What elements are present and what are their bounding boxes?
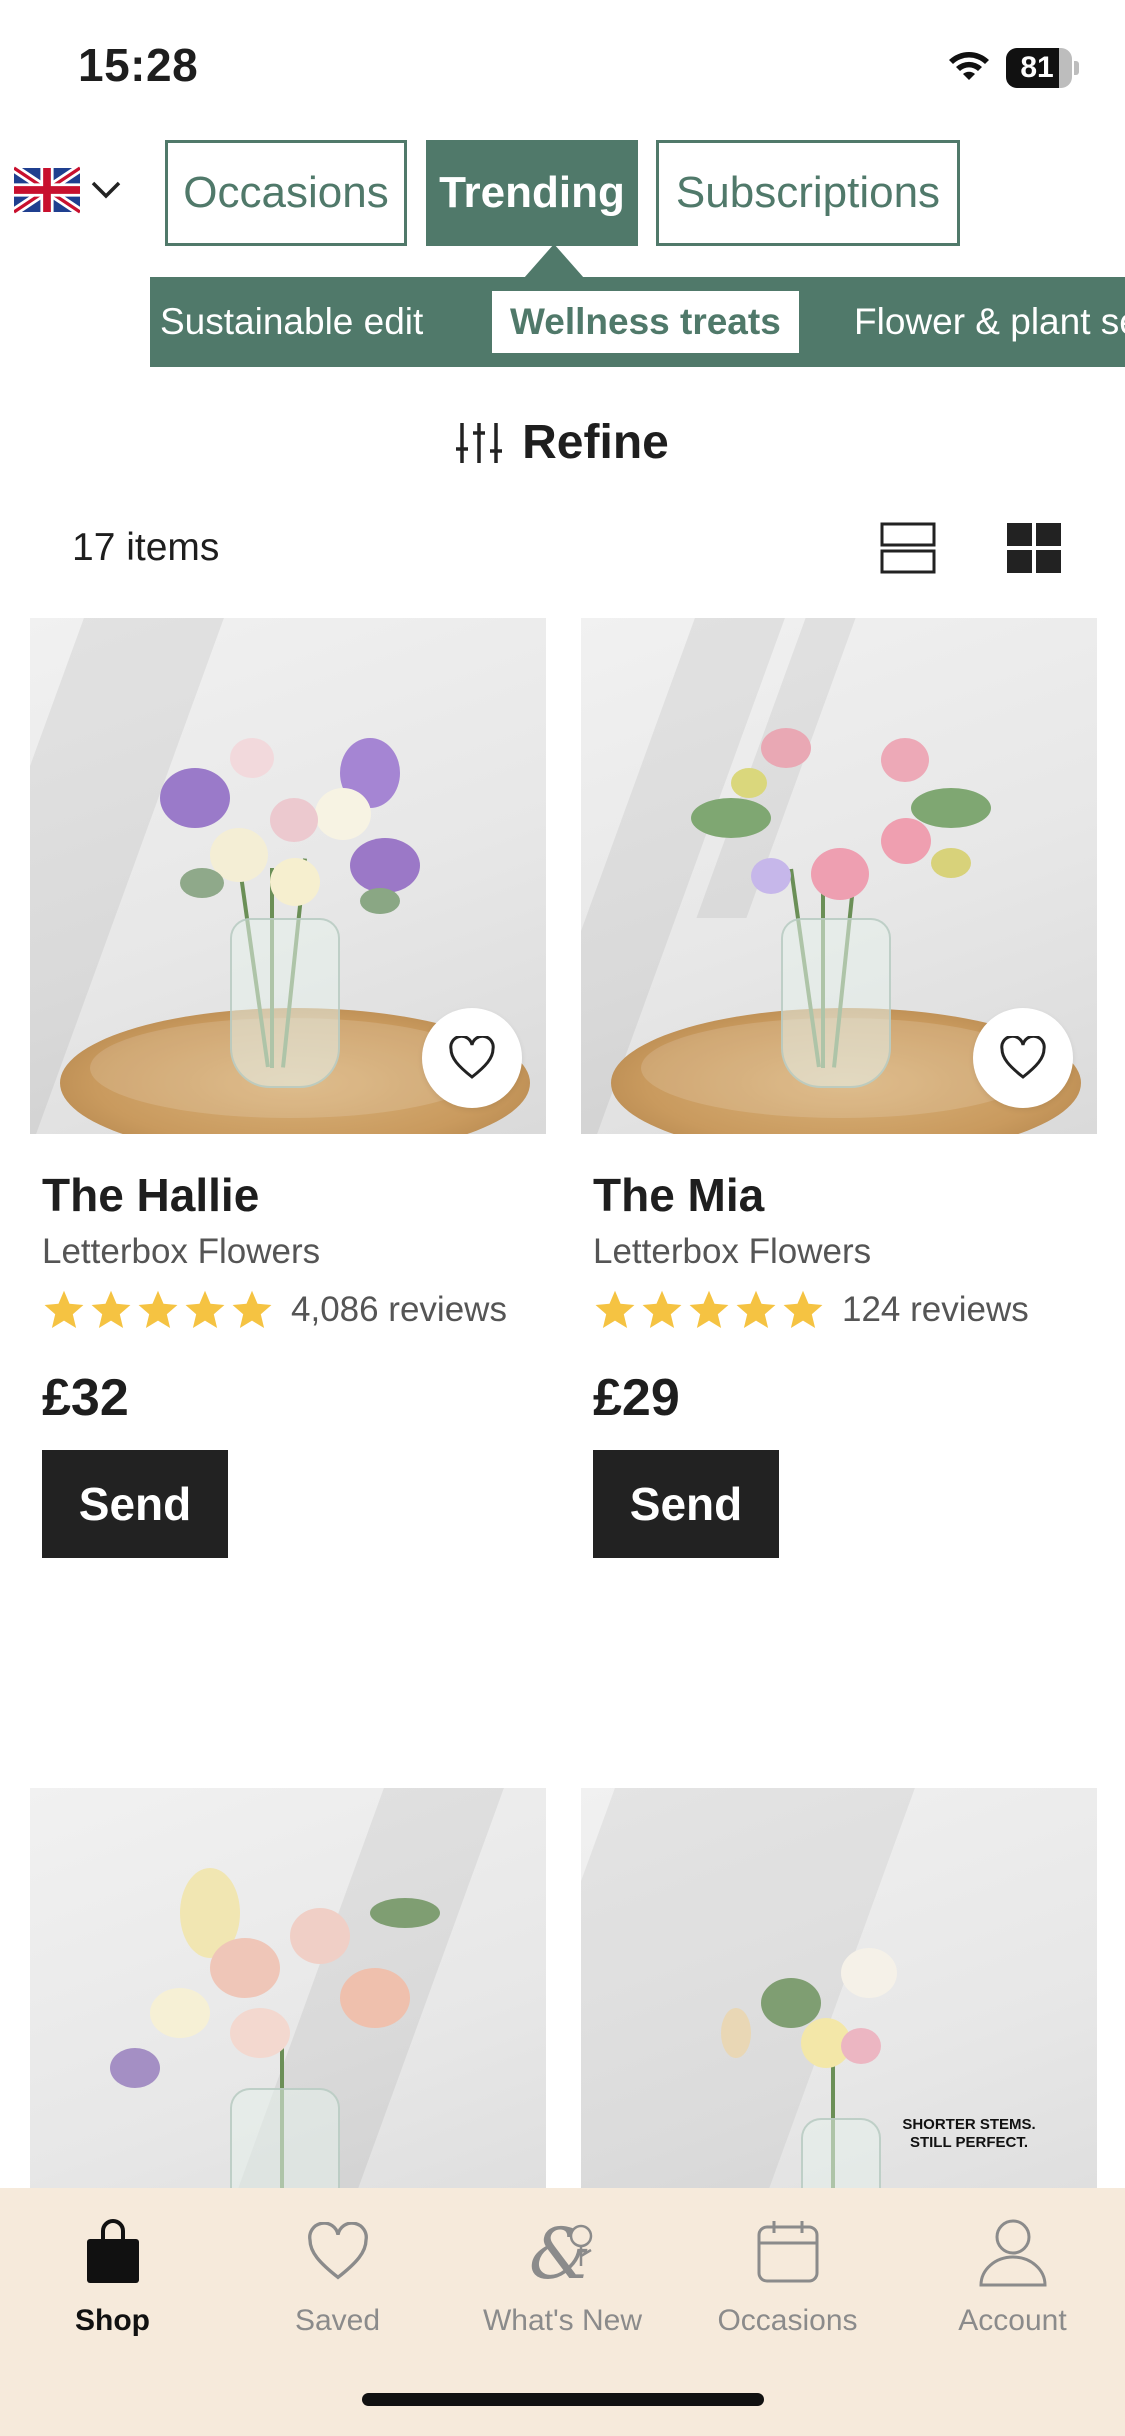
subnav-item-sustainable-edit[interactable]: Sustainable edit (160, 277, 423, 367)
tab-subscriptions[interactable]: Subscriptions (656, 140, 960, 246)
star-icon (185, 1290, 225, 1328)
heart-icon (1000, 1036, 1046, 1079)
home-indicator[interactable] (362, 2393, 764, 2406)
status-time: 15:28 (78, 39, 199, 91)
battery-icon: 81 (1006, 48, 1079, 88)
active-tab-pointer (524, 244, 584, 278)
heart-icon (307, 2222, 368, 2280)
vase (230, 918, 340, 1088)
uk-flag-icon (14, 166, 80, 214)
item-count: 17 items (72, 526, 220, 569)
tabbar-item-account[interactable]: Account (900, 2212, 1125, 2338)
list-view-icon[interactable] (880, 522, 936, 574)
refine-button[interactable]: Refine (0, 415, 1125, 470)
product-card-the-mia[interactable]: The Mia Letterbox Flowers 124 reviews £2… (581, 618, 1097, 1558)
calendar-icon (757, 2221, 818, 2283)
sliders-icon (456, 422, 503, 463)
product-card-the-hallie[interactable]: The Hallie Letterbox Flowers 4,086 revie… (30, 618, 546, 1558)
bag-icon (86, 2219, 139, 2283)
battery-percent: 81 (1020, 51, 1054, 84)
heart-icon (449, 1036, 495, 1079)
star-icon (736, 1290, 776, 1328)
product-price: £29 (593, 1369, 680, 1427)
vase (781, 918, 891, 1088)
product-brand: Letterbox Flowers (593, 1232, 872, 1271)
tabbar-label: What's New (482, 2304, 643, 2337)
grid-view-icon[interactable] (1006, 522, 1062, 574)
person-icon (978, 2219, 1047, 2287)
review-count[interactable]: 124 reviews (842, 1290, 1029, 1330)
image-caption: SHORTER STEMS. STILL PERFECT. (902, 2116, 1036, 2151)
tabbar-label: Account (958, 2304, 1067, 2337)
star-icon (595, 1290, 635, 1328)
star-icon (232, 1290, 272, 1328)
product-image[interactable] (581, 618, 1097, 1134)
product-image[interactable] (30, 618, 546, 1134)
rating-stars (42, 1288, 277, 1332)
product-title[interactable]: The Mia (593, 1168, 1097, 1222)
star-icon (44, 1290, 84, 1328)
tab-label: Occasions (183, 168, 389, 217)
product-title[interactable]: The Hallie (42, 1168, 546, 1222)
tab-label: Trending (439, 168, 625, 217)
tab-trending[interactable]: Trending (426, 140, 638, 246)
country-selector[interactable] (14, 166, 122, 214)
tabbar-item-shop[interactable]: Shop (0, 2212, 225, 2338)
refine-label: Refine (522, 416, 669, 469)
product-rating: 124 reviews (593, 1288, 1097, 1332)
subnav-bar: Sustainable edit Wellness treats Flower … (150, 277, 1125, 367)
star-icon (91, 1290, 131, 1328)
chevron-down-icon (91, 181, 121, 199)
tabbar-item-saved[interactable]: Saved (225, 2212, 450, 2338)
tabbar-item-occasions[interactable]: Occasions (675, 2212, 900, 2338)
subnav-item-flower-plant[interactable]: Flower & plant se (854, 277, 1125, 367)
send-button[interactable]: Send (42, 1450, 228, 1558)
star-icon (689, 1290, 729, 1328)
status-bar: 15:28 81 (0, 0, 1125, 130)
wifi-icon (949, 52, 989, 80)
tab-label: Subscriptions (675, 168, 941, 217)
product-price: £32 (42, 1369, 129, 1427)
star-icon (138, 1290, 178, 1328)
product-rating: 4,086 reviews (42, 1288, 546, 1332)
tabbar-item-whats-new[interactable]: & What's New (450, 2212, 675, 2338)
star-icon (642, 1290, 682, 1328)
subnav-item-wellness-treats[interactable]: Wellness treats (492, 291, 799, 353)
ampersand-flower-icon: & (529, 2216, 592, 2288)
save-heart-button[interactable] (973, 1008, 1073, 1108)
tabbar-label: Saved (294, 2304, 381, 2337)
save-heart-button[interactable] (422, 1008, 522, 1108)
send-button[interactable]: Send (593, 1450, 779, 1558)
tabbar-label: Shop (75, 2304, 150, 2337)
star-icon (783, 1290, 823, 1328)
tabbar-label: Occasions (717, 2304, 858, 2337)
tab-occasions[interactable]: Occasions (165, 140, 407, 246)
product-brand: Letterbox Flowers (42, 1232, 321, 1271)
review-count[interactable]: 4,086 reviews (291, 1290, 507, 1330)
rating-stars (593, 1288, 828, 1332)
